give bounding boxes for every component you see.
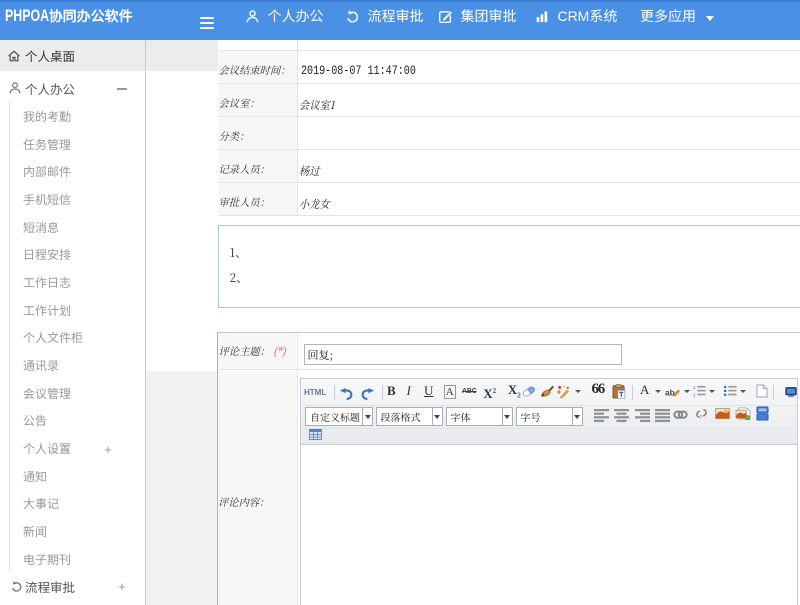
svg-text:2: 2 bbox=[693, 393, 696, 397]
svg-text:1: 1 bbox=[693, 385, 696, 390]
svg-text:?: ? bbox=[699, 414, 702, 420]
svg-text:ab: ab bbox=[665, 387, 675, 397]
